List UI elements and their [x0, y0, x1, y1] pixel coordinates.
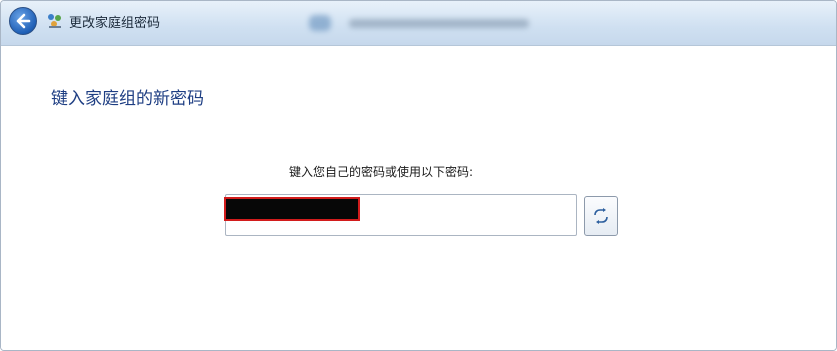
password-prompt: 键入您自己的密码或使用以下密码: [289, 165, 474, 179]
password-field[interactable] [224, 194, 577, 236]
back-button[interactable] [9, 7, 37, 35]
title-bar: 更改家庭组密码 [1, 1, 836, 46]
refresh-icon [594, 208, 608, 224]
dialog-window: 更改家庭组密码 键入家庭组的新密码 键入您自己的密码或使用以下密码: [0, 0, 837, 351]
generate-password-button[interactable] [584, 196, 618, 236]
page-heading: 键入家庭组的新密码 [51, 89, 204, 109]
homegroup-icon [45, 11, 65, 31]
blurred-search-area [301, 9, 551, 37]
main-content: 键入家庭组的新密码 键入您自己的密码或使用以下密码: [1, 46, 836, 350]
back-arrow-icon [16, 13, 31, 29]
window-title: 更改家庭组密码 [69, 16, 161, 31]
redaction-box [224, 197, 360, 221]
